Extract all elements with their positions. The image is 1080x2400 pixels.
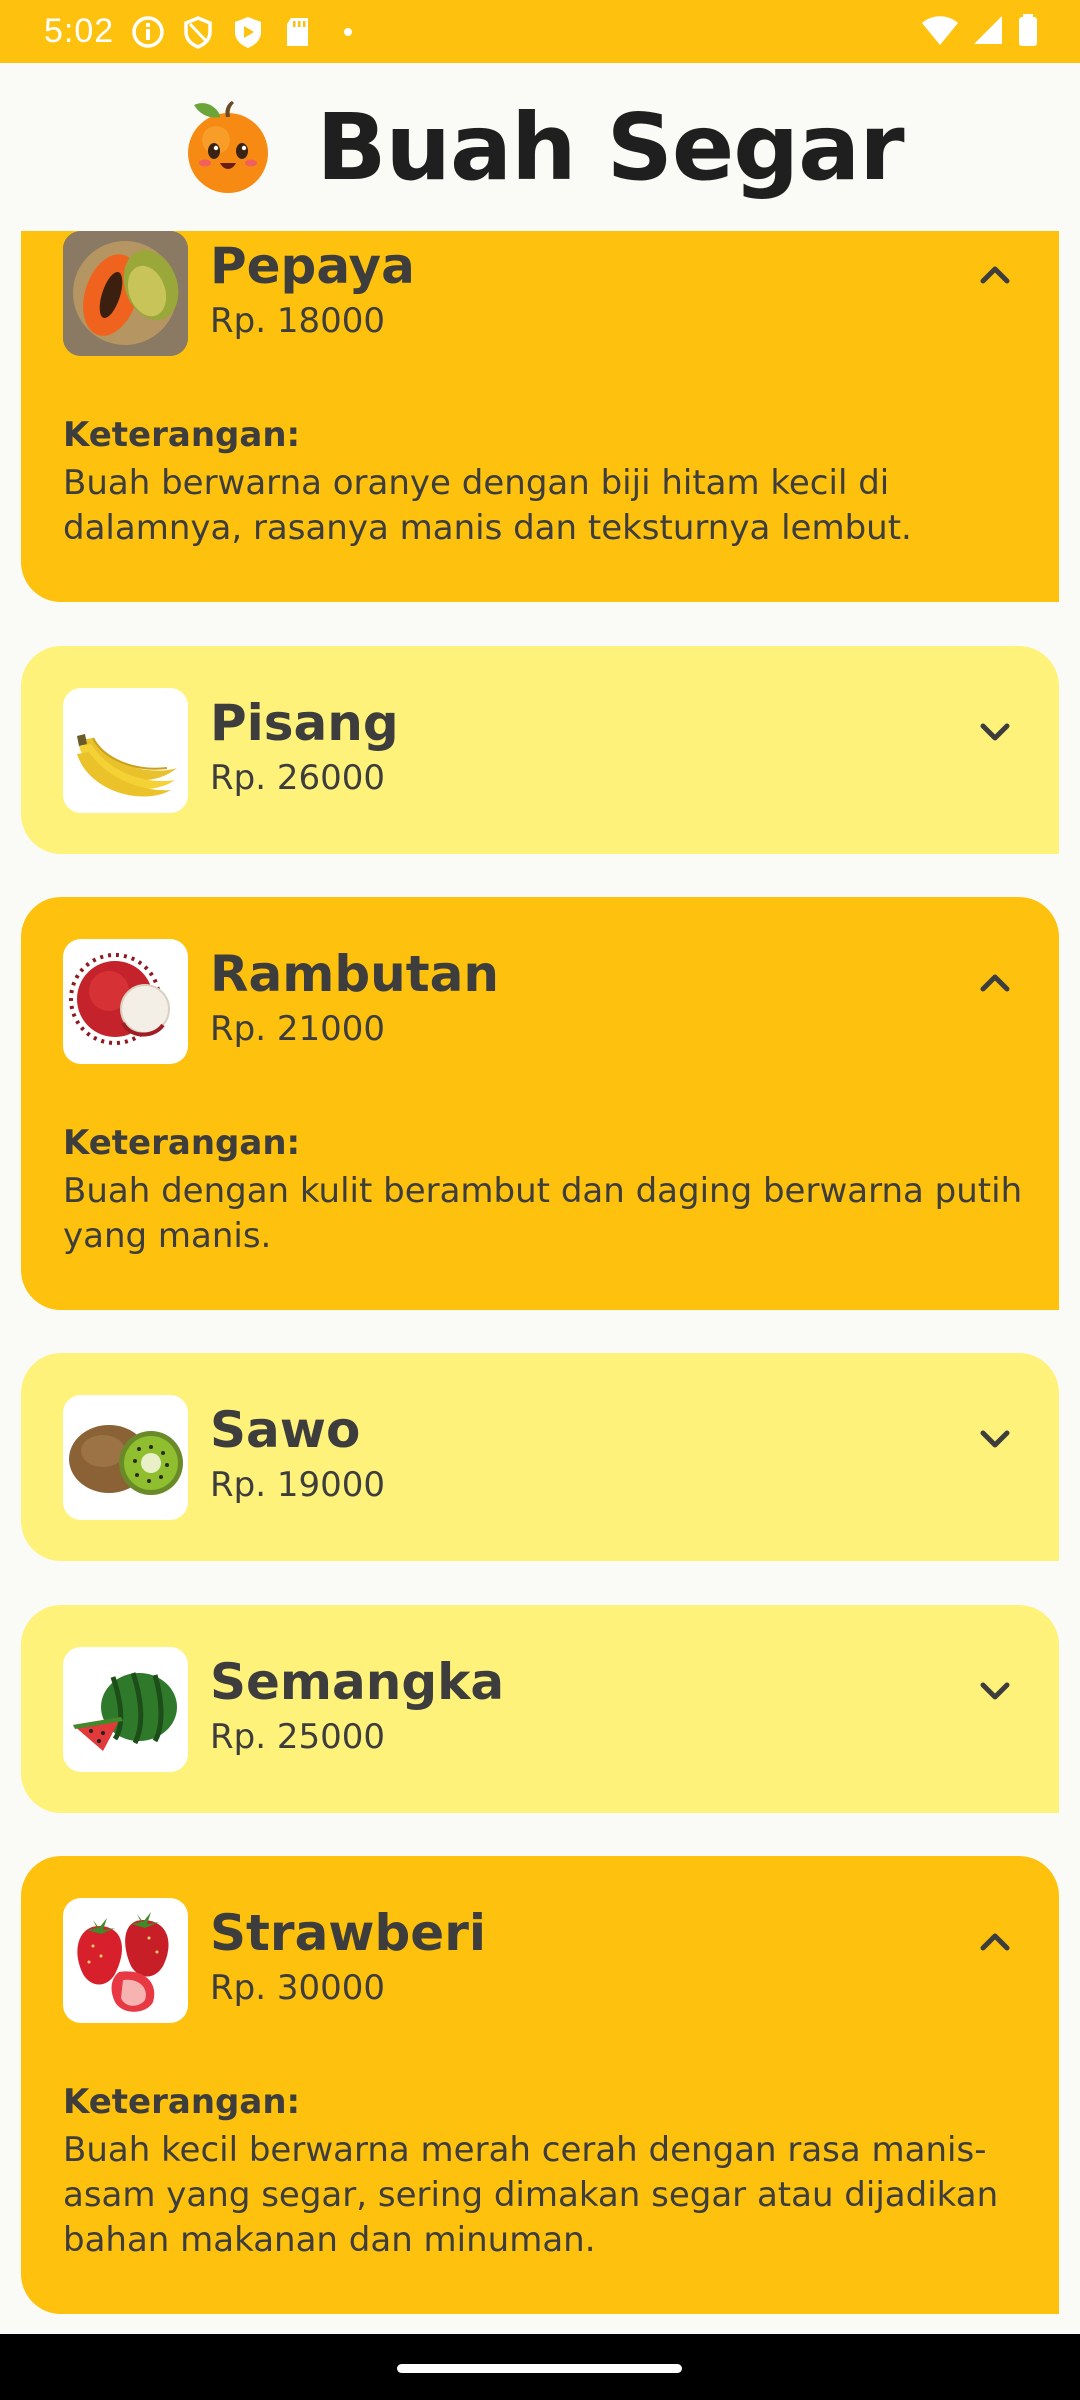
battery-icon bbox=[1019, 14, 1037, 46]
description-label: Keterangan: bbox=[63, 2082, 301, 2122]
chevron-down-icon[interactable] bbox=[971, 1667, 1019, 1715]
status-bar: 5:02 bbox=[0, 0, 1080, 63]
fruit-card-sawo[interactable]: Sawo Rp. 19000 bbox=[21, 1353, 1059, 1561]
fruit-card-semangka[interactable]: Semangka Rp. 25000 bbox=[21, 1605, 1059, 1813]
fruit-price: Rp. 21000 bbox=[210, 1009, 385, 1049]
info-icon bbox=[132, 15, 164, 48]
chevron-up-icon[interactable] bbox=[971, 959, 1019, 1007]
chevron-down-icon[interactable] bbox=[971, 708, 1019, 756]
fruit-list[interactable]: Pepaya Rp. 18000 Keterangan: Buah berwar… bbox=[0, 231, 1080, 2334]
fruit-price: Rp. 30000 bbox=[210, 1968, 385, 2008]
fruit-image-sapodilla bbox=[63, 1395, 188, 1520]
chevron-up-icon[interactable] bbox=[971, 251, 1019, 299]
status-icons-right bbox=[920, 12, 1040, 48]
fruit-card-rambutan[interactable]: Rambutan Rp. 21000 Keterangan: Buah deng… bbox=[21, 897, 1059, 1310]
description-label: Keterangan: bbox=[63, 1123, 301, 1163]
fruit-card-pisang[interactable]: Pisang Rp. 26000 bbox=[21, 646, 1059, 854]
fruit-name: Strawberi bbox=[210, 1904, 487, 1962]
fruit-card-pepaya[interactable]: Pepaya Rp. 18000 Keterangan: Buah berwar… bbox=[21, 231, 1059, 602]
chevron-up-icon[interactable] bbox=[971, 1918, 1019, 1966]
shield-icon bbox=[184, 15, 212, 49]
fruit-image-papaya bbox=[63, 231, 188, 356]
fruit-description: Buah berwarna oranye dengan biji hitam k… bbox=[63, 463, 912, 548]
play-shield-icon bbox=[235, 16, 262, 48]
fruit-image-watermelon bbox=[63, 1647, 188, 1772]
dot-icon bbox=[344, 27, 353, 36]
fruit-price: Rp. 19000 bbox=[210, 1465, 385, 1505]
fruit-description: Buah kecil berwarna merah cerah dengan r… bbox=[63, 2130, 999, 2260]
fruit-description: Buah dengan kulit berambut dan daging be… bbox=[63, 1171, 1023, 1256]
navigation-bar bbox=[0, 2334, 1080, 2400]
status-icons-left bbox=[130, 14, 366, 50]
app-bar: Buah Segar bbox=[0, 63, 1080, 231]
home-gesture-handle[interactable] bbox=[397, 2364, 682, 2373]
description-label: Keterangan: bbox=[63, 415, 301, 455]
fruit-name: Pepaya bbox=[210, 237, 415, 295]
status-time: 5:02 bbox=[44, 12, 115, 50]
app-title: Buah Segar bbox=[316, 93, 904, 201]
wifi-icon bbox=[922, 16, 958, 45]
chevron-down-icon[interactable] bbox=[971, 1415, 1019, 1463]
fruit-image-rambutan bbox=[63, 939, 188, 1064]
fruit-price: Rp. 18000 bbox=[210, 301, 385, 341]
fruit-card-strawberi[interactable]: Strawberi Rp. 30000 Keterangan: Buah kec… bbox=[21, 1856, 1059, 2314]
fruit-price: Rp. 25000 bbox=[210, 1717, 385, 1757]
orange-mascot-icon bbox=[188, 101, 269, 193]
signal-icon bbox=[974, 16, 1002, 44]
fruit-image-strawberry bbox=[63, 1898, 188, 2023]
fruit-name: Pisang bbox=[210, 694, 399, 752]
fruit-name: Sawo bbox=[210, 1401, 361, 1459]
sd-card-icon bbox=[287, 17, 309, 46]
fruit-image-banana bbox=[63, 688, 188, 813]
fruit-name: Rambutan bbox=[210, 945, 499, 1003]
fruit-price: Rp. 26000 bbox=[210, 758, 385, 798]
fruit-name: Semangka bbox=[210, 1653, 505, 1711]
